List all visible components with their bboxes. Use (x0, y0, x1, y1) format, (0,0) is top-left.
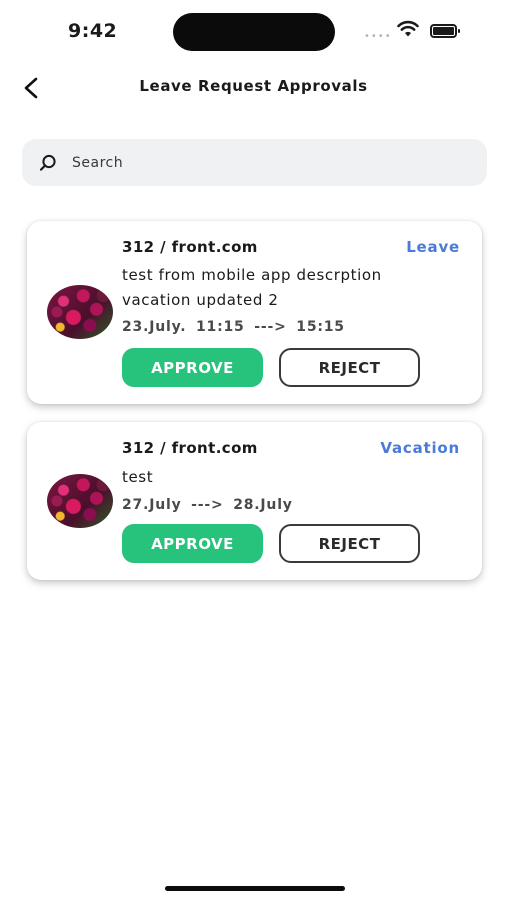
wifi-icon (397, 20, 419, 37)
request-card: 312 / front.com Vacation test 27.July --… (27, 422, 482, 580)
search-icon (39, 154, 56, 171)
approve-button[interactable]: APPROVE (122, 524, 263, 563)
search-input[interactable] (72, 139, 472, 186)
request-type-badge: Vacation (380, 439, 460, 457)
status-bar: 9:42 •••• (0, 0, 507, 60)
reject-button[interactable]: REJECT (279, 348, 420, 387)
battery-level (433, 27, 454, 35)
requester-label: 312 / front.com (122, 439, 258, 457)
request-dates: 23.July. 11:15 ---> 15:15 (122, 319, 345, 335)
request-dates: 27.July ---> 28.July (122, 497, 293, 513)
requester-label: 312 / front.com (122, 238, 258, 256)
battery-icon (430, 24, 460, 38)
request-description: test from mobile app descrption vacation… (122, 266, 382, 309)
request-type-badge: Leave (406, 238, 460, 256)
request-card: 312 / front.com Leave test from mobile a… (27, 221, 482, 404)
avatar (47, 474, 113, 528)
avatar (47, 285, 113, 339)
approve-button[interactable]: APPROVE (122, 348, 263, 387)
search-bar[interactable] (22, 139, 487, 186)
page-title: Leave Request Approvals (139, 77, 368, 95)
request-description: test (122, 468, 154, 486)
screen: 9:42 •••• Leave Request Approvals 312 / … (0, 0, 507, 900)
home-indicator[interactable] (165, 886, 345, 891)
dynamic-island (173, 13, 335, 51)
reject-button[interactable]: REJECT (279, 524, 420, 563)
status-time: 9:42 (68, 20, 118, 42)
cellular-signal-icon: •••• (364, 31, 392, 42)
